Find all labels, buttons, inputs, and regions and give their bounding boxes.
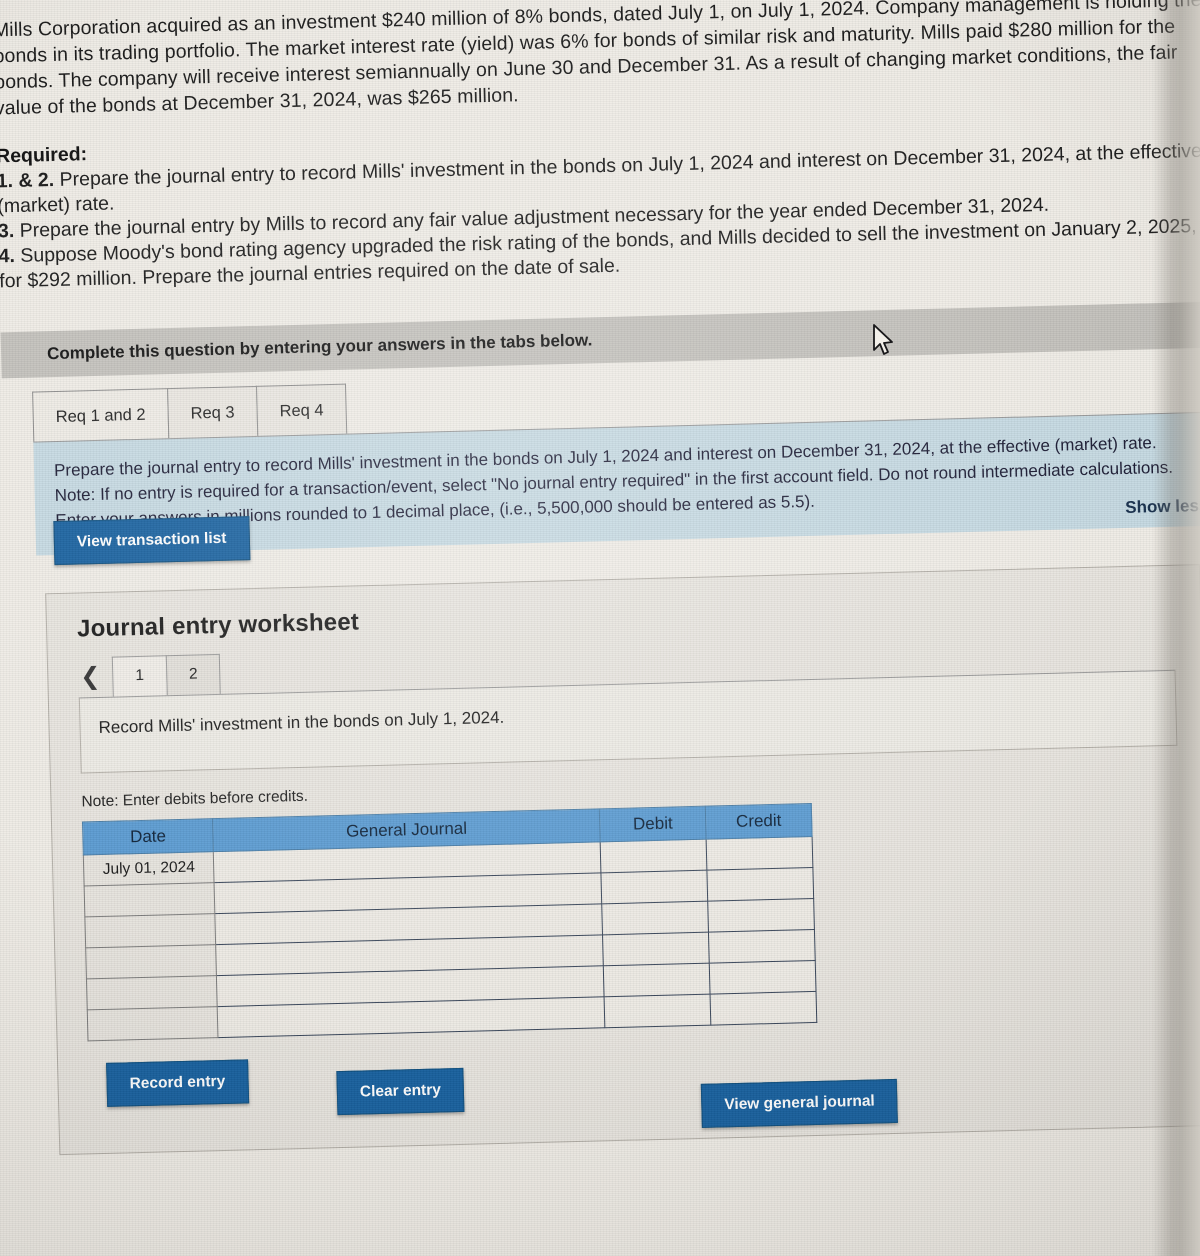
worksheet-page-1[interactable]: 1 bbox=[111, 655, 168, 698]
screenshot-root: Mills Corporation acquired as an investm… bbox=[0, 0, 1200, 1256]
journal-entry-worksheet-card: Journal entry worksheet ❮ 1 2 ❯ Record M… bbox=[45, 564, 1200, 1156]
requirement-3-number: 3. bbox=[0, 219, 15, 243]
cell-credit[interactable] bbox=[709, 960, 817, 995]
cell-debit[interactable] bbox=[601, 870, 708, 904]
record-entry-button[interactable]: Record entry bbox=[106, 1059, 249, 1107]
cell-date[interactable] bbox=[84, 913, 216, 948]
tab-req-3[interactable]: Req 3 bbox=[166, 385, 259, 439]
column-header-date: Date bbox=[82, 818, 214, 855]
worksheet-page-2[interactable]: 2 bbox=[165, 653, 222, 697]
column-header-credit: Credit bbox=[705, 803, 813, 840]
worksheet-action-buttons: Record entry Clear entry View general jo… bbox=[88, 1034, 1186, 1128]
cell-credit[interactable] bbox=[706, 867, 814, 902]
cell-debit[interactable] bbox=[601, 901, 709, 935]
tab-req-1-and-2[interactable]: Req 1 and 2 bbox=[32, 388, 170, 442]
cell-date[interactable] bbox=[86, 975, 218, 1010]
cell-date[interactable]: July 01, 2024 bbox=[83, 851, 215, 886]
cell-debit[interactable] bbox=[600, 839, 707, 873]
cell-debit[interactable] bbox=[603, 963, 711, 997]
photographed-page: Mills Corporation acquired as an investm… bbox=[0, 0, 1200, 1256]
tab-req-4[interactable]: Req 4 bbox=[255, 383, 348, 436]
problem-statement: Mills Corporation acquired as an investm… bbox=[0, 0, 1200, 120]
journal-entry-table: Date General Journal Debit Credit July 0… bbox=[82, 803, 817, 1041]
requirement-1-2-number: 1. & 2. bbox=[0, 168, 55, 193]
view-transaction-list-button[interactable]: View transaction list bbox=[53, 516, 251, 566]
cell-credit[interactable] bbox=[707, 898, 815, 933]
journal-table-body: July 01, 2024 bbox=[83, 836, 817, 1041]
cell-date[interactable] bbox=[87, 1006, 219, 1041]
cell-date[interactable] bbox=[85, 944, 217, 979]
page-content: Mills Corporation acquired as an investm… bbox=[0, 0, 1200, 1156]
debits-before-credits-note: Note: Enter debits before credits. bbox=[81, 787, 309, 811]
cell-credit[interactable] bbox=[706, 836, 813, 871]
view-general-journal-button[interactable]: View general journal bbox=[700, 1078, 899, 1128]
cell-debit[interactable] bbox=[604, 994, 711, 1028]
clear-entry-button[interactable]: Clear entry bbox=[336, 1067, 465, 1116]
cell-credit[interactable] bbox=[710, 991, 817, 1026]
column-header-debit: Debit bbox=[599, 806, 707, 842]
cell-date[interactable] bbox=[84, 882, 216, 917]
requirement-4-number: 4. bbox=[0, 244, 16, 268]
chevron-left-icon[interactable]: ❮ bbox=[78, 662, 113, 699]
cell-credit[interactable] bbox=[708, 929, 816, 964]
cell-debit[interactable] bbox=[602, 932, 710, 966]
